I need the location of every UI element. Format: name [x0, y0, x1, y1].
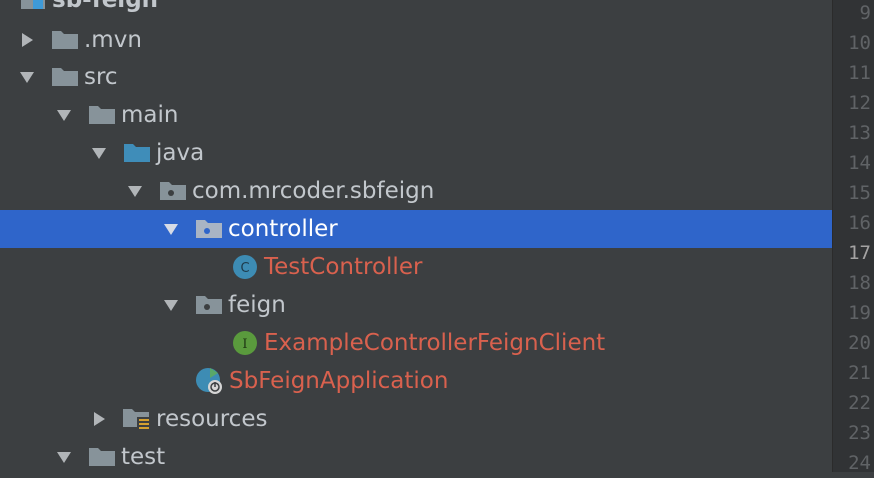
- tree-item-label: .mvn: [84, 27, 142, 53]
- tree-item-package-root[interactable]: com.mrcoder.sbfeign: [0, 172, 832, 210]
- chevron-down-icon[interactable]: [160, 222, 182, 236]
- tree-item-test[interactable]: test: [0, 438, 832, 472]
- source-root-folder-icon: [122, 141, 152, 165]
- tree-item-label: main: [121, 102, 179, 128]
- package-icon: [194, 217, 224, 241]
- line-number: 11: [848, 62, 871, 84]
- tree-item-label: com.mrcoder.sbfeign: [192, 178, 435, 204]
- tree-item-src[interactable]: src: [0, 58, 832, 96]
- tree-item-resources[interactable]: resources: [0, 400, 832, 438]
- current-line-number: 17: [848, 242, 871, 264]
- tree-item-label: feign: [228, 292, 286, 318]
- tree-item-label: controller: [228, 216, 338, 242]
- line-number: 21: [848, 362, 871, 384]
- spring-boot-application-icon: [195, 368, 225, 394]
- line-number: 22: [848, 392, 871, 414]
- tree-item-sb-feign[interactable]: sb-feign: [0, 0, 832, 19]
- folder-icon: [87, 445, 117, 469]
- tree-item-label: SbFeignApplication: [229, 368, 449, 394]
- line-number: 23: [848, 422, 871, 444]
- line-number: 19: [848, 302, 871, 324]
- svg-text:C: C: [240, 261, 249, 276]
- line-number: 24: [848, 452, 871, 474]
- tree-item-label: java: [156, 140, 205, 166]
- tree-item-label: ExampleControllerFeignClient: [264, 330, 606, 356]
- tree-item-java[interactable]: java: [0, 134, 832, 172]
- tree-item-label: resources: [156, 406, 268, 432]
- tree-item-mvn[interactable]: .mvn: [0, 21, 832, 59]
- interface-icon: I: [230, 331, 260, 355]
- folder-icon: [50, 28, 80, 52]
- tree-item-label: sb-feign: [52, 0, 159, 13]
- line-number: 9: [859, 2, 871, 24]
- tree-item-testcontroller[interactable]: C TestController: [0, 248, 832, 286]
- line-number: 16: [848, 212, 871, 234]
- line-number: 10: [848, 32, 871, 54]
- tree-item-label: src: [84, 64, 118, 90]
- line-number: 15: [848, 182, 871, 204]
- tree-item-feign[interactable]: feign: [0, 286, 832, 324]
- line-number: 13: [848, 122, 871, 144]
- tree-item-label: test: [121, 444, 166, 470]
- module-folder-icon: [18, 0, 48, 12]
- chevron-down-icon[interactable]: [88, 146, 110, 160]
- chevron-down-icon[interactable]: [53, 450, 75, 464]
- line-number: 12: [848, 92, 871, 114]
- editor-line-number-gutter: 9 10 11 12 13 14 15 16 17 18 19 20 21 22…: [832, 0, 874, 474]
- chevron-right-icon[interactable]: [16, 32, 38, 48]
- chevron-down-icon[interactable]: [160, 298, 182, 312]
- line-number: 14: [848, 152, 871, 174]
- line-number: 20: [848, 332, 871, 354]
- tree-item-controller[interactable]: controller: [0, 210, 832, 248]
- tree-item-label: TestController: [264, 254, 423, 280]
- tree-item-examplecontrollerfeignclient[interactable]: I ExampleControllerFeignClient: [0, 324, 832, 362]
- folder-icon: [87, 103, 117, 127]
- chevron-down-icon[interactable]: [53, 108, 75, 122]
- chevron-down-icon[interactable]: [124, 184, 146, 198]
- project-tree: sb-feign .mvn src main java com.mrcoder.…: [0, 0, 832, 472]
- svg-text:I: I: [242, 337, 247, 352]
- resources-folder-icon: [122, 407, 152, 431]
- folder-icon: [50, 65, 80, 89]
- package-icon: [158, 179, 188, 203]
- line-number: 18: [848, 272, 871, 294]
- chevron-right-icon[interactable]: [88, 411, 110, 427]
- chevron-down-icon[interactable]: [16, 70, 38, 84]
- package-icon: [194, 293, 224, 317]
- tree-item-sbfeignapplication[interactable]: SbFeignApplication: [0, 362, 832, 400]
- tree-item-main[interactable]: main: [0, 96, 832, 134]
- class-icon: C: [230, 255, 260, 279]
